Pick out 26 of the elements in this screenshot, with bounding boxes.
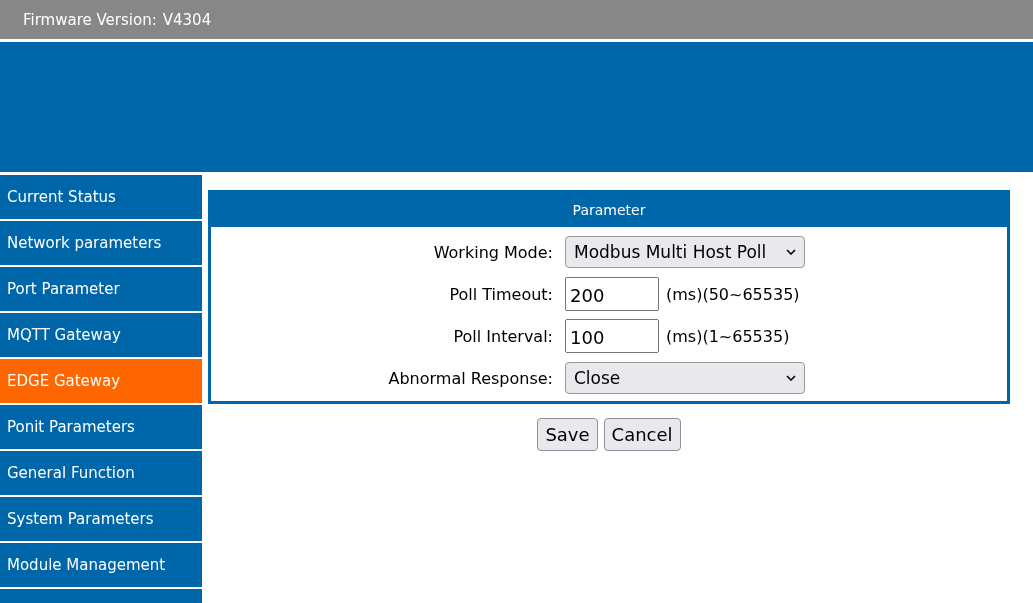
dropdown[interactable]: Close [565, 362, 805, 394]
field-label: Poll Timeout: [448, 284, 553, 304]
field-label: Working Mode: [432, 242, 553, 262]
action-button[interactable]: Save [537, 418, 598, 451]
action-button[interactable]: Cancel [603, 418, 681, 451]
firmware-label: Firmware Version: [23, 10, 157, 29]
chevron-down-icon [786, 249, 796, 255]
sidebar-item[interactable]: Current Status [0, 175, 202, 221]
sidebar-item[interactable]: Module Management [0, 543, 202, 589]
sidebar-item[interactable]: General Function [0, 451, 202, 497]
sidebar-item[interactable]: Port Parameter [0, 267, 202, 313]
sidebar-item[interactable] [0, 589, 202, 603]
panel-title: Parameter [211, 190, 1007, 227]
firmware-version: V4304 [162, 10, 212, 29]
input-field[interactable]: 200 [565, 277, 659, 311]
range-hint: (ms)(50~65535) [666, 284, 800, 304]
dropdown[interactable]: Modbus Multi Host Poll [565, 236, 805, 268]
field-label: Abnormal Response: [387, 368, 553, 388]
sidebar-item[interactable]: System Parameters [0, 497, 202, 543]
sidebar-item[interactable]: Ponit Parameters [0, 405, 202, 451]
chevron-down-icon [786, 375, 796, 381]
field-label: Poll Interval: [452, 326, 553, 346]
sidebar-item[interactable]: MQTT Gateway [0, 313, 202, 359]
sidebar-item[interactable]: Network parameters [0, 221, 202, 267]
input-field[interactable]: 100 [565, 319, 659, 353]
range-hint: (ms)(1~65535) [666, 326, 790, 346]
